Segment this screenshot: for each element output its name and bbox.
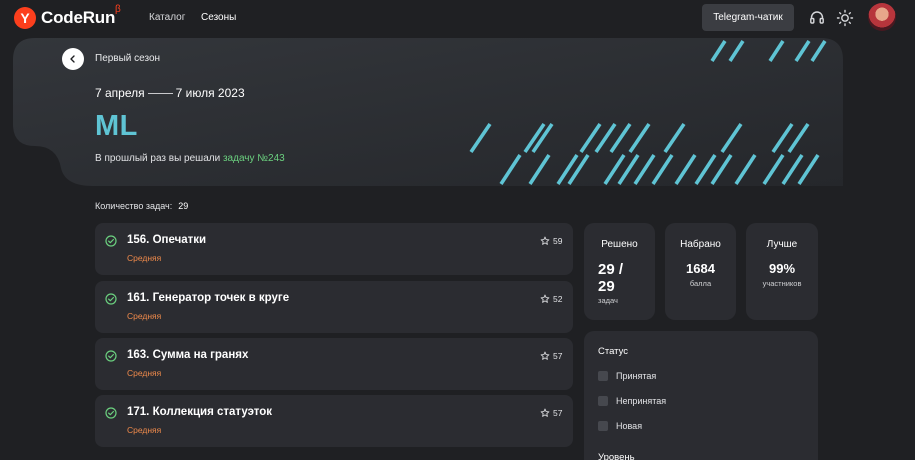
date-dash — [147, 92, 173, 94]
filter-level-title: Уровень — [598, 452, 635, 460]
checkbox[interactable] — [598, 371, 608, 381]
task-title[interactable]: 161. Генератор точек в круге — [127, 292, 289, 304]
stat-better-label: Лучше — [766, 239, 798, 250]
task-card[interactable]: 156. Опечатки Средняя 59 — [95, 223, 573, 275]
top-bar: Y CodeRun β Каталог Сезоны Telegram-чати… — [0, 0, 915, 36]
stat-solved-label: Решено — [601, 239, 638, 250]
breadcrumb: Первый сезон — [95, 53, 161, 64]
date-start: 7 апреля — [95, 86, 145, 100]
last-task-label: В прошлый раз вы решали — [95, 153, 221, 164]
filter-status-new[interactable]: Новая — [598, 421, 642, 431]
stat-solved-value-top: 29 / — [598, 261, 624, 278]
task-title[interactable]: 171. Коллекция статуэток — [127, 406, 272, 418]
task-count: Количество задач: 29 — [95, 201, 188, 211]
task-rating: 57 — [553, 351, 563, 361]
filter-option-label: Принятая — [616, 371, 657, 381]
stat-solved-value-bottom: 29 — [598, 278, 615, 295]
task-difficulty: Средняя — [127, 425, 162, 435]
filter-option-label: Непринятая — [616, 396, 667, 406]
filter-option-label: Новая — [616, 421, 643, 431]
task-rating: 52 — [553, 294, 563, 304]
filter-status-rejected[interactable]: Непринятая — [598, 396, 666, 406]
back-button[interactable] — [62, 48, 84, 70]
user-avatar[interactable] — [868, 3, 896, 31]
check-circle-icon — [105, 235, 117, 247]
task-title[interactable]: 163. Сумма на гранях — [127, 349, 248, 361]
logo-text: CodeRun — [41, 8, 116, 27]
stat-solved-card: Решено 29 / 29 задач — [584, 223, 655, 320]
task-rating: 57 — [553, 408, 563, 418]
last-task-link[interactable]: задачу №243 — [223, 153, 285, 164]
check-circle-icon — [105, 350, 117, 362]
task-count-value: 29 — [178, 201, 189, 211]
date-end: 7 июля 2023 — [175, 86, 245, 100]
nav-catalog[interactable]: Каталог — [149, 12, 185, 23]
stat-scored-label: Набрано — [680, 239, 721, 250]
beta-badge: β — [115, 4, 121, 15]
nav-seasons[interactable]: Сезоны — [201, 12, 236, 23]
task-count-label: Количество задач: — [95, 201, 173, 211]
season-dates: 7 апреля 7 июля 2023 — [95, 86, 245, 100]
star-icon — [540, 236, 550, 245]
check-circle-icon — [105, 407, 117, 419]
last-task-text: В прошлый раз вы решали задачу №243 — [95, 153, 285, 164]
star-icon — [540, 294, 550, 303]
stat-scored-sub: балла — [689, 279, 712, 288]
season-title: ML — [95, 110, 138, 142]
stat-better-value: 99% — [768, 261, 796, 276]
filter-status-accepted[interactable]: Принятая — [598, 371, 656, 381]
theme-sun-icon[interactable] — [836, 9, 854, 27]
task-card[interactable]: 163. Сумма на гранях Средняя 57 — [95, 338, 573, 390]
logo[interactable]: Y CodeRun β — [14, 4, 121, 29]
task-title[interactable]: 156. Опечатки — [127, 234, 206, 246]
stat-solved-value: 29 / 29 — [598, 261, 655, 295]
stat-scored-value: 1684 — [686, 261, 715, 276]
filter-panel: Статус Принятая Непринятая Новая Уровень — [584, 331, 818, 460]
filter-status-title: Статус — [598, 346, 629, 357]
stat-better-card: Лучше 99% участников — [746, 223, 818, 320]
task-difficulty: Средняя — [127, 311, 162, 321]
checkbox[interactable] — [598, 396, 608, 406]
stat-solved-sub: задач — [598, 296, 618, 305]
star-icon — [540, 408, 550, 417]
telegram-chat-button[interactable]: Telegram-чатик — [702, 4, 794, 31]
yandex-logo-icon: Y — [14, 7, 36, 29]
task-card[interactable]: 161. Генератор точек в круге Средняя 52 — [95, 281, 573, 333]
stat-scored-card: Набрано 1684 балла — [665, 223, 736, 320]
task-card[interactable]: 171. Коллекция статуэток Средняя 57 — [95, 395, 573, 447]
check-circle-icon — [105, 293, 117, 305]
checkbox[interactable] — [598, 421, 608, 431]
task-difficulty: Средняя — [127, 253, 162, 263]
headphones-icon[interactable] — [808, 9, 826, 27]
chevron-left-icon — [70, 55, 75, 63]
star-icon — [540, 351, 550, 360]
task-rating: 59 — [553, 236, 563, 246]
task-difficulty: Средняя — [127, 368, 162, 378]
stat-better-sub: участников — [762, 279, 802, 288]
